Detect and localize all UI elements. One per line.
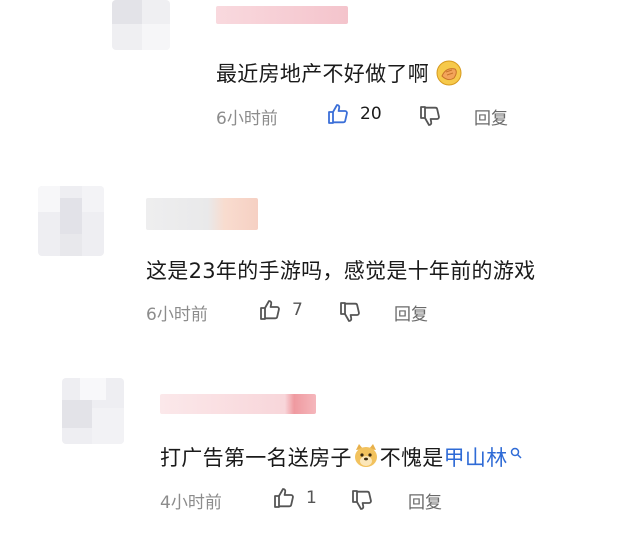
reply-button[interactable]: 回复 (394, 300, 428, 325)
dislike-button[interactable] (418, 104, 442, 128)
comment-item: 这是23年的手游吗，感觉是十年前的游戏 6小时前 7 回复 (0, 182, 640, 332)
dog-face-emoji-icon (352, 442, 380, 470)
comment-item: 打广告第一名送房子 不愧是甲山林 4小时前 1 回复 (0, 370, 640, 541)
comment-text: 这是23年的手游吗，感觉是十年前的游戏 (146, 259, 536, 283)
like-count: 20 (360, 104, 382, 124)
timestamp: 6小时前 (216, 109, 278, 129)
facepalm-emoji-icon (436, 60, 462, 86)
search-icon[interactable] (510, 447, 522, 459)
avatar[interactable] (112, 0, 170, 50)
like-button[interactable]: 7 (258, 298, 303, 322)
comment-text: 打广告第一名送房子 不愧是甲山林 (160, 442, 522, 472)
dislike-button[interactable] (350, 488, 374, 512)
thumbs-up-icon (326, 102, 350, 126)
username[interactable] (160, 394, 316, 414)
comment-text: 最近房地产不好做了啊 (216, 58, 462, 88)
like-count: 7 (292, 300, 303, 320)
username[interactable] (216, 6, 348, 24)
username[interactable] (146, 198, 258, 230)
thumbs-down-icon (418, 104, 442, 128)
avatar[interactable] (38, 186, 104, 256)
thumbs-up-icon (272, 486, 296, 510)
thumbs-up-icon (258, 298, 282, 322)
timestamp: 4小时前 (160, 493, 222, 513)
thumbs-down-icon (338, 300, 362, 324)
like-button[interactable]: 20 (326, 102, 382, 126)
dislike-button[interactable] (338, 300, 362, 324)
timestamp: 6小时前 (146, 305, 208, 325)
thumbs-down-icon (350, 488, 374, 512)
avatar[interactable] (62, 378, 124, 444)
reply-button[interactable]: 回复 (474, 104, 508, 129)
like-count: 1 (306, 488, 317, 508)
comment-item: 最近房地产不好做了啊 6小时前 20 回复 (0, 0, 640, 140)
mention-link[interactable]: 甲山林 (444, 446, 508, 470)
reply-button[interactable]: 回复 (408, 488, 442, 513)
like-button[interactable]: 1 (272, 486, 317, 510)
